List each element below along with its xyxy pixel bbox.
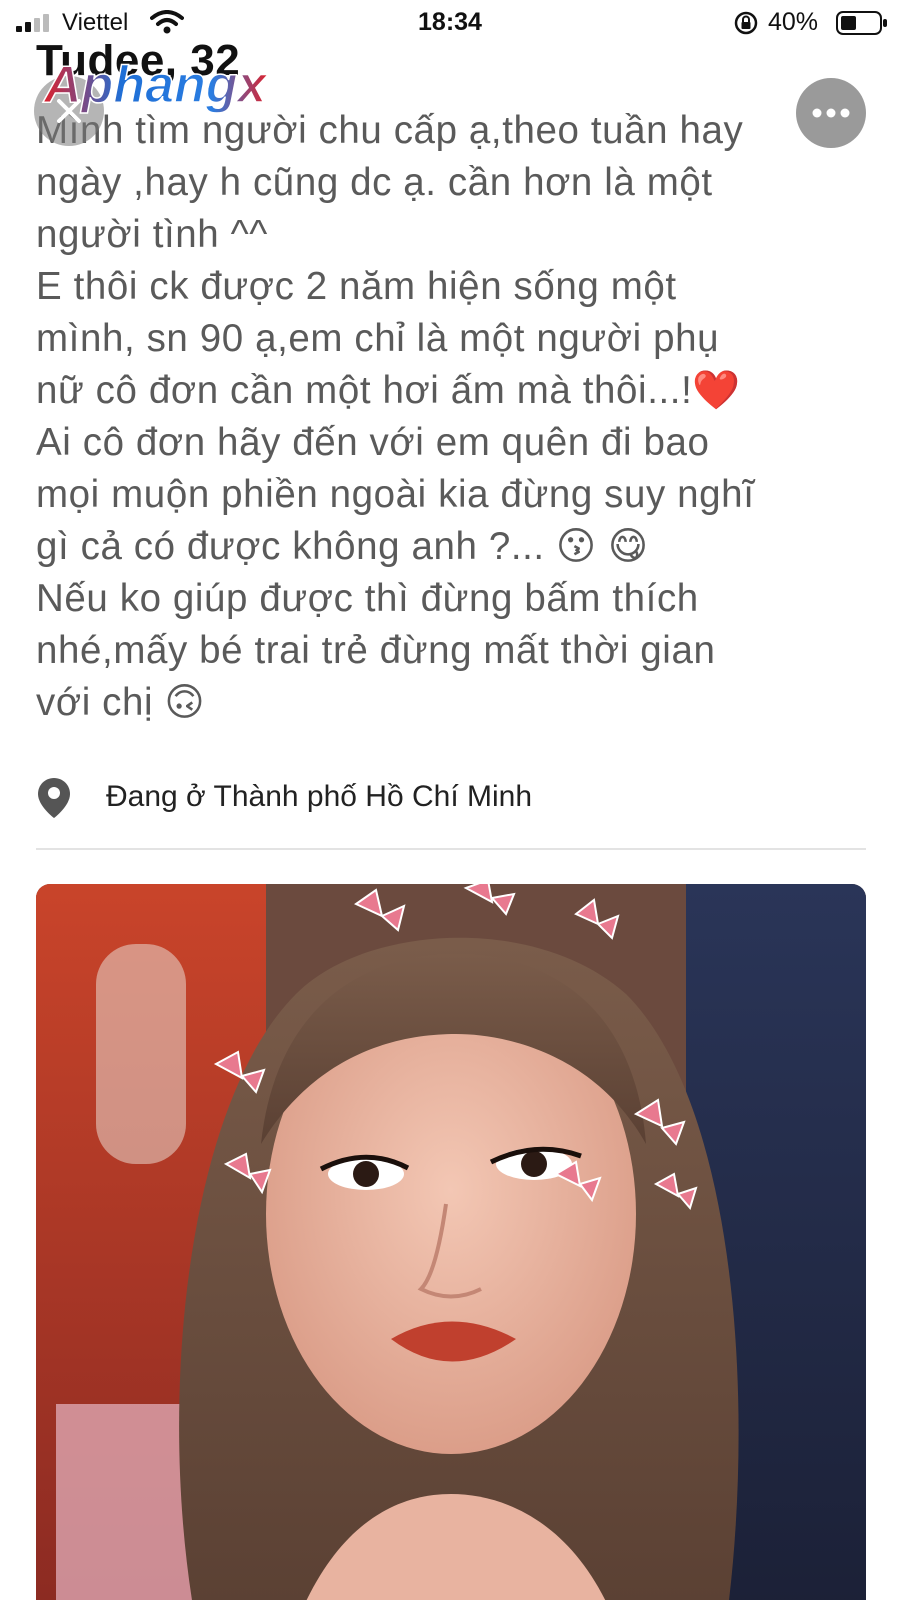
bio-line: nhé,mấy bé trai trẻ đừng mất thời gian	[36, 629, 716, 672]
location-pin-icon	[38, 778, 70, 818]
bio-line: Nếu ko giúp được thì đừng bấm thích	[36, 577, 699, 620]
status-bar: Viettel 18:34 40%	[0, 0, 900, 44]
profile-screen: Viettel 18:34 40% Tudee, 32 Aphangx Mình…	[0, 0, 900, 1600]
location-row: Đang ở Thành phố Hồ Chí Minh	[36, 772, 866, 822]
bio-line: mọi muộn phiền ngoài kia đừng suy nghĩ	[36, 473, 755, 516]
svg-text:Aphangx: Aphangx	[42, 56, 269, 114]
battery-icon	[836, 11, 887, 35]
bio-line: gì cả có được không anh ?... 😗 😋	[36, 525, 649, 568]
battery-percent: 40%	[768, 8, 819, 36]
section-divider	[36, 848, 866, 850]
watermark-logo: Aphangx	[41, 56, 269, 114]
more-dots-icon	[812, 108, 850, 118]
bio-line: với chị 🙃	[36, 681, 206, 724]
location-text: Đang ở Thành phố Hồ Chí Minh	[106, 780, 533, 813]
bio-line: Ai cô đơn hãy đến với em quên đi bao	[36, 421, 710, 464]
profile-photo-image	[36, 884, 866, 1600]
orientation-lock-icon	[734, 11, 758, 35]
clock-time: 18:34	[418, 8, 482, 36]
bio-line: ngày ,hay h cũng dc ạ. cần hơn là một	[36, 161, 713, 204]
profile-photo[interactable]	[36, 884, 866, 1600]
bio-line: E thôi ck được 2 năm hiện sống một	[36, 265, 677, 308]
bio-line: mình, sn 90 ạ,em chỉ là một người phụ	[36, 317, 720, 360]
bio-line: người tình ^^	[36, 213, 268, 256]
more-options-button[interactable]	[796, 78, 866, 148]
bio-line: nữ cô đơn cần một hơi ấm mà thôi...!❤️	[36, 369, 741, 412]
profile-bio: Mình tìm người chu cấp ạ,theo tuần hay n…	[36, 105, 876, 729]
